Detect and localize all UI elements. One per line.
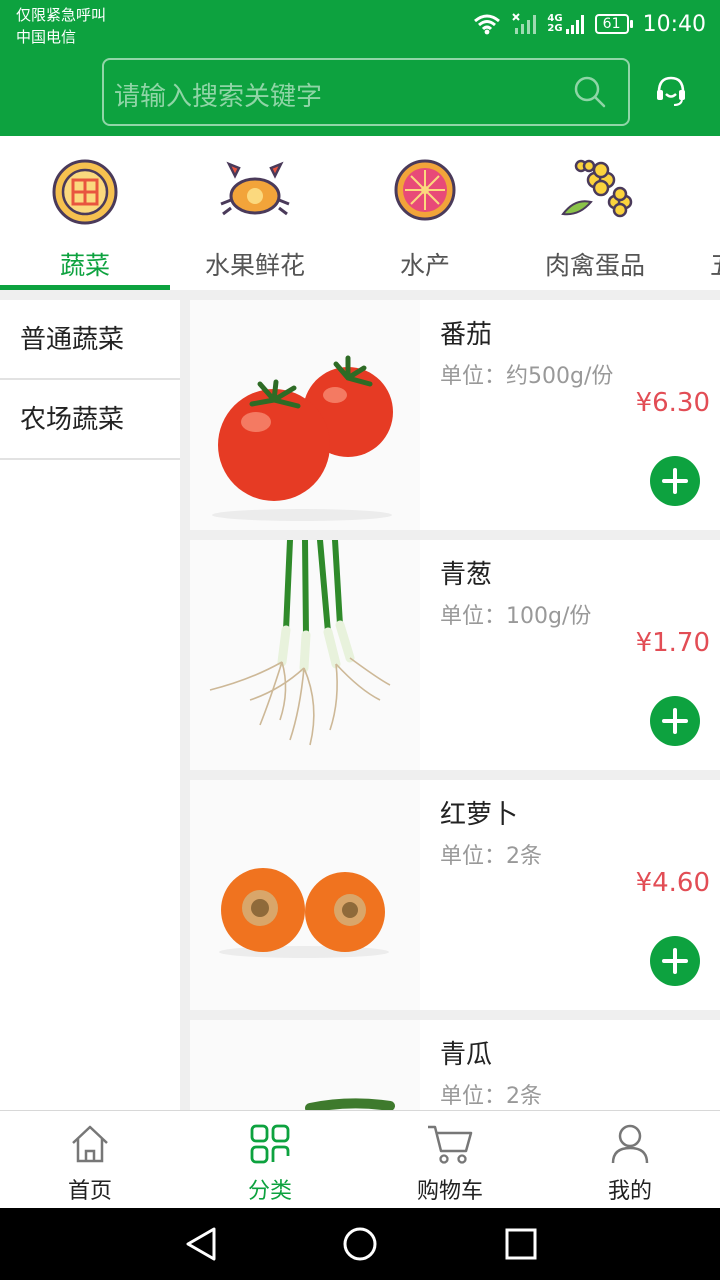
bottom-navigation: 首页 分类 购物车 我的 — [0, 1110, 720, 1208]
product-name: 青瓜 — [440, 1040, 493, 1070]
carrier-text: 中国电信 — [16, 28, 77, 46]
product-price: ¥1.70 — [635, 628, 710, 658]
tab-label: 五 — [700, 246, 720, 282]
tab-fruits-flowers[interactable]: 水果鲜花 — [170, 136, 340, 290]
search-icon[interactable] — [572, 74, 608, 110]
category-icon — [250, 1124, 290, 1164]
network-type: 4G 2G — [547, 13, 563, 34]
crab-icon — [220, 161, 290, 216]
active-tab-indicator — [0, 285, 170, 290]
cart-icon — [428, 1125, 473, 1164]
product-unit: 单位：2条 — [440, 1084, 542, 1109]
mooncake-icon — [52, 159, 118, 225]
add-to-cart-button[interactable] — [650, 696, 700, 746]
sidebar-item-farm-vegetables[interactable]: 农场蔬菜 — [0, 380, 180, 460]
product-price: ¥4.60 — [635, 868, 710, 898]
nav-profile[interactable]: 我的 — [540, 1111, 720, 1209]
tab-label: 水果鲜花 — [204, 251, 305, 280]
nav-cart[interactable]: 购物车 — [360, 1111, 540, 1209]
product-name: 红萝卜 — [440, 800, 519, 830]
search-placeholder: 请输入搜索关键字 — [114, 82, 323, 112]
user-icon — [611, 1124, 649, 1164]
grapefruit-icon — [394, 159, 456, 221]
status-left: 仅限紧急呼叫 中国电信 — [16, 4, 106, 48]
category-tabs: 蔬菜 水果鲜花 水产 肉禽蛋品 — [0, 136, 720, 290]
subcategory-sidebar: 普通蔬菜 农场蔬菜 — [0, 300, 180, 1110]
nav-home[interactable]: 首页 — [0, 1111, 180, 1209]
tomato-image — [190, 300, 420, 530]
battery-level: 61 — [594, 14, 629, 34]
tab-aquatic[interactable]: 水产 — [340, 136, 510, 290]
nav-label: 我的 — [607, 1179, 652, 1204]
customer-service-icon[interactable] — [654, 74, 688, 108]
tab-label: 水产 — [399, 251, 450, 280]
product-card[interactable]: 青葱 单位：100g/份 ¥1.70 — [190, 540, 720, 770]
emergency-only-text: 仅限紧急呼叫 — [16, 6, 107, 24]
cucumber-image — [190, 1020, 420, 1110]
add-to-cart-button[interactable] — [650, 456, 700, 506]
product-list: 番茄 单位：约500g/份 ¥6.30 青葱 单位：100g/份 ¥1.70 红… — [190, 300, 720, 1110]
nav-category[interactable]: 分类 — [180, 1111, 360, 1209]
product-unit: 单位：约500g/份 — [440, 364, 614, 389]
green-onion-image — [190, 540, 420, 770]
tab-vegetables[interactable]: 蔬菜 — [0, 136, 170, 290]
product-card[interactable]: 红萝卜 单位：2条 ¥4.60 — [190, 780, 720, 1010]
product-unit: 单位：100g/份 — [440, 604, 592, 629]
carrot-image — [190, 780, 420, 1010]
sidebar-item-regular-vegetables[interactable]: 普通蔬菜 — [0, 300, 180, 380]
back-icon[interactable] — [184, 1226, 218, 1262]
product-unit: 单位：2条 — [440, 844, 542, 869]
search-input[interactable]: 请输入搜索关键字 — [102, 58, 630, 126]
signal-off-icon — [512, 13, 537, 34]
tab-more[interactable]: 五 — [700, 136, 720, 290]
wifi-icon — [474, 14, 501, 35]
system-navigation-bar — [0, 1208, 720, 1280]
header: 仅限紧急呼叫 中国电信 4G 2G 61 10:40 请输入搜索关键字 — [0, 0, 720, 136]
tab-label: 肉禽蛋品 — [544, 251, 645, 280]
home-button-icon[interactable] — [342, 1226, 378, 1262]
status-right: 4G 2G 61 10:40 — [473, 6, 706, 42]
tab-label: 蔬菜 — [59, 251, 110, 280]
home-icon — [72, 1125, 108, 1163]
recent-apps-icon[interactable] — [504, 1226, 538, 1262]
nav-label: 购物车 — [416, 1179, 483, 1204]
flowers-icon — [561, 159, 633, 218]
add-to-cart-button[interactable] — [650, 936, 700, 986]
product-card[interactable]: 番茄 单位：约500g/份 ¥6.30 — [190, 300, 720, 530]
product-price: ¥6.30 — [635, 388, 710, 418]
app: 仅限紧急呼叫 中国电信 4G 2G 61 10:40 请输入搜索关键字 蔬菜 水… — [0, 0, 720, 1280]
product-name: 青葱 — [440, 560, 493, 590]
nav-label: 首页 — [67, 1179, 112, 1204]
signal-icon — [565, 15, 584, 34]
tab-meat-poultry-eggs[interactable]: 肉禽蛋品 — [510, 136, 680, 290]
battery-icon: 61 — [594, 14, 633, 34]
clock: 10:40 — [642, 11, 706, 37]
nav-label: 分类 — [247, 1179, 292, 1204]
product-name: 番茄 — [440, 320, 493, 350]
product-card[interactable]: 青瓜 单位：2条 — [190, 1020, 720, 1110]
